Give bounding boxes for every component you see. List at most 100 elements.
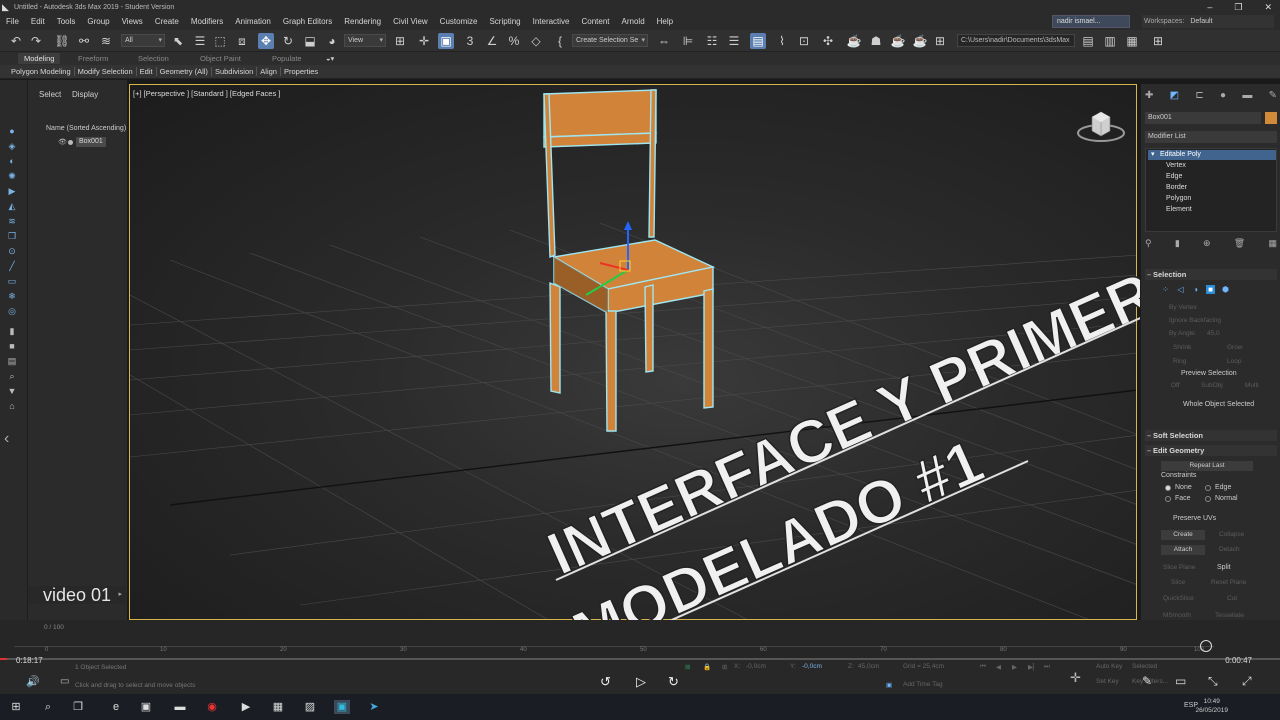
rendered-frame-window-icon[interactable]: ☗ <box>868 33 884 49</box>
rotate-icon[interactable]: ↻ <box>280 33 296 49</box>
rewind-10-icon[interactable]: ↺ <box>600 674 611 690</box>
select-by-name-icon[interactable]: ☰ <box>192 33 208 49</box>
unlink-icon[interactable]: ⚯ <box>76 33 92 49</box>
bind-space-warp-icon[interactable]: ≋ <box>98 33 114 49</box>
constraint-face-radio[interactable] <box>1165 496 1171 502</box>
slice-button[interactable]: Slice <box>1171 579 1185 586</box>
select-all-icon[interactable]: ■ <box>6 341 18 352</box>
select-object-icon[interactable]: ⬉ <box>170 33 186 49</box>
constraint-none-radio[interactable] <box>1165 485 1171 491</box>
render-in-cloud-icon[interactable]: ⊞ <box>932 33 948 49</box>
photos-icon[interactable]: ▨ <box>302 700 318 714</box>
ribbon-properties[interactable]: Properties <box>281 67 321 76</box>
ribbon-edit[interactable]: Edit <box>137 67 157 76</box>
material-editor-icon[interactable]: ✣ <box>820 33 836 49</box>
menu-create[interactable]: Create <box>149 14 185 30</box>
project-folder-icon[interactable]: ▤ <box>1080 33 1096 49</box>
restore-button[interactable]: ❐ <box>1234 0 1242 14</box>
display-cameras-icon[interactable]: ▶ <box>6 186 18 197</box>
element-mode-icon[interactable]: ⬢ <box>1221 285 1230 294</box>
keyboard-shortcut-override-icon[interactable]: ▣ <box>438 33 454 49</box>
stack-item-border[interactable]: Border <box>1166 183 1187 193</box>
grow-button[interactable]: Grow <box>1227 344 1243 351</box>
video-progress-bar[interactable] <box>0 658 1280 660</box>
redo-icon[interactable]: ↷ <box>28 33 44 49</box>
display-groups-icon[interactable]: ❒ <box>6 231 18 242</box>
tab-populate[interactable]: Populate <box>272 53 302 64</box>
video-play-icon[interactable]: ▷ <box>636 674 646 690</box>
display-bones-icon[interactable]: ╱ <box>6 261 18 272</box>
system-clock[interactable]: 10:49 26/05/2019 <box>1195 697 1228 715</box>
goto-end-icon[interactable]: ⏭ <box>1044 663 1050 671</box>
loop-button[interactable]: Loop <box>1227 358 1241 365</box>
task-view-icon[interactable]: ❐ <box>70 700 86 714</box>
detach-button[interactable]: Detach <box>1219 546 1240 553</box>
render-setup-icon[interactable]: ☕ <box>846 33 862 49</box>
time-tag-icon[interactable]: ▣ <box>886 681 892 689</box>
display-spacewarps-icon[interactable]: ≋ <box>6 216 18 227</box>
display-hidden-icon[interactable]: ◎ <box>6 306 18 317</box>
reset-plane-button[interactable]: Reset Plane <box>1211 579 1246 586</box>
collapse-button[interactable]: Collapse <box>1219 531 1244 538</box>
tessellate-button[interactable]: Tessellate <box>1215 612 1244 619</box>
remove-modifier-icon[interactable]: 🗑 <box>1234 238 1245 250</box>
stack-item-vertex[interactable]: Vertex <box>1166 161 1186 171</box>
tab-select[interactable]: Select <box>39 90 61 99</box>
visibility-eye-icon[interactable]: 👁 <box>58 138 68 146</box>
toggle-ribbon-icon[interactable]: ▤ <box>750 33 766 49</box>
column-header-name[interactable]: Name (Sorted Ascending) <box>46 125 126 132</box>
menu-arnold[interactable]: Arnold <box>616 14 651 30</box>
key-mode-icon[interactable]: ✛ <box>1070 670 1081 686</box>
object-color-swatch[interactable] <box>1265 112 1277 124</box>
shrink-button[interactable]: Shrink <box>1173 344 1191 351</box>
menu-tools[interactable]: Tools <box>51 14 82 30</box>
undo-icon[interactable]: ↶ <box>8 33 24 49</box>
border-mode-icon[interactable]: ◑ <box>1191 285 1200 294</box>
repeat-last-button[interactable]: Repeat Last <box>1161 461 1253 471</box>
percent-snap-icon[interactable]: % <box>506 33 522 49</box>
display-containers-icon[interactable]: ▭ <box>6 276 18 287</box>
user-account-dropdown[interactable]: nadir ismael... <box>1052 15 1130 28</box>
preserve-uvs-checkbox[interactable]: Preserve UVs <box>1173 515 1216 522</box>
camtasia-icon[interactable]: ➤ <box>366 700 382 714</box>
schematic-view-icon[interactable]: ⊡ <box>796 33 812 49</box>
transform-gizmo-icon[interactable]: ✛ <box>416 33 432 49</box>
workspace-selector[interactable]: Workspaces: Default <box>1142 15 1274 28</box>
edge-mode-icon[interactable]: ◁ <box>1176 285 1185 294</box>
curve-editor-icon[interactable]: ⌇ <box>774 33 790 49</box>
edge-browser-icon[interactable]: e <box>108 700 124 714</box>
display-xrefs-icon[interactable]: ⊙ <box>6 246 18 257</box>
stack-item-edge[interactable]: Edge <box>1166 172 1182 182</box>
menu-content[interactable]: Content <box>576 14 616 30</box>
display-frozen-icon[interactable]: ❄ <box>6 291 18 302</box>
project-path-field[interactable]: C:\Users\nadir\Documents\3dsMax <box>957 34 1075 47</box>
filter-icon[interactable]: ▼ <box>6 386 18 397</box>
add-time-tag[interactable]: Add Time Tag <box>903 681 943 688</box>
track-bar[interactable] <box>14 646 1214 647</box>
display-lights-icon[interactable]: ✺ <box>6 171 18 182</box>
z-coord-field[interactable]: 45,0cm <box>858 663 879 670</box>
configure-modifier-sets-icon[interactable]: ▦ <box>1268 238 1277 250</box>
find-icon[interactable]: ⌕ <box>6 371 18 382</box>
collapse-left-icon[interactable]: ‹ <box>4 430 9 448</box>
calculator-icon[interactable]: ▦ <box>270 700 286 714</box>
subtitles-icon[interactable]: ▭ <box>1175 674 1186 688</box>
time-slider[interactable]: 0 / 100 0 10 20 30 40 50 60 70 80 90 100 <box>0 620 1280 658</box>
mirror-icon[interactable]: ⇔ <box>656 33 672 49</box>
menu-interactive[interactable]: Interactive <box>527 14 576 30</box>
volume-icon[interactable]: 🔊 <box>26 675 40 688</box>
scale-icon[interactable]: ⬓ <box>302 33 318 49</box>
menu-edit[interactable]: Edit <box>25 14 51 30</box>
rollout-edit-geometry[interactable]: Edit Geometry <box>1145 445 1277 456</box>
create-tab-icon[interactable]: ✚ <box>1145 90 1153 104</box>
tab-freeform[interactable]: Freeform <box>78 53 108 64</box>
make-unique-icon[interactable]: ⊕ <box>1203 238 1211 250</box>
snaps-toggle-icon[interactable]: 3 <box>462 33 478 49</box>
reference-coordinate-dropdown[interactable]: View <box>344 34 386 47</box>
utilities-tab-icon[interactable]: ✎ <box>1269 90 1277 104</box>
ribbon-modify-selection[interactable]: Modify Selection <box>75 67 137 76</box>
move-icon[interactable]: ✥ <box>258 33 274 49</box>
menu-graph-editors[interactable]: Graph Editors <box>277 14 338 30</box>
render-production-icon[interactable]: ☕ <box>890 33 906 49</box>
by-angle-value[interactable]: 45,0 <box>1207 330 1220 337</box>
